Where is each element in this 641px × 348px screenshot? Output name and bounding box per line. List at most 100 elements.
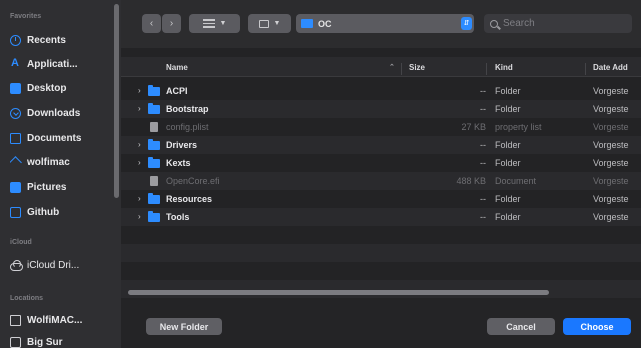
sidebar-item-label: Recents — [27, 34, 66, 46]
file-name: config.plist — [166, 122, 209, 132]
file-name: Drivers — [166, 140, 198, 150]
folder-icon — [10, 206, 21, 218]
folder-icon — [301, 19, 313, 28]
file-size: -- — [480, 212, 486, 222]
chevron-right-icon: › — [169, 18, 174, 29]
sidebar-scrollbar[interactable] — [114, 4, 119, 198]
folder-icon — [148, 103, 160, 114]
sidebar-item-label: Github — [27, 206, 60, 218]
file-date: Vorgeste — [593, 158, 629, 168]
file-list: › ACPI -- Folder Vorgeste › Bootstrap --… — [121, 82, 641, 298]
sidebar-item-wolfimac-computer[interactable]: WolfiMAC... — [10, 311, 116, 329]
list-item[interactable]: › Drivers -- Folder Vorgeste — [121, 136, 641, 154]
file-kind: Folder — [495, 194, 521, 204]
applications-icon — [10, 57, 21, 70]
search-icon — [490, 19, 498, 28]
sort-ascending-icon: ⌃ — [389, 64, 395, 71]
pictures-icon — [10, 181, 21, 193]
choose-button[interactable]: Choose — [563, 318, 631, 335]
disclosure-chevron-icon[interactable]: › — [138, 212, 141, 221]
chevron-left-icon: ‹ — [149, 18, 154, 29]
file-name: OpenCore.efi — [166, 176, 220, 186]
search-field[interactable] — [484, 14, 632, 33]
column-divider[interactable] — [486, 63, 487, 75]
disclosure-chevron-icon[interactable]: › — [138, 140, 141, 149]
disclosure-chevron-icon[interactable]: › — [138, 194, 141, 203]
folder-icon — [148, 139, 160, 150]
sidebar-section-locations: Locations — [10, 295, 44, 302]
sidebar-item-wolfimac[interactable]: wolfimac — [10, 153, 116, 171]
empty-row — [121, 244, 641, 262]
file-size: 488 KB — [456, 176, 486, 186]
home-icon — [10, 157, 21, 168]
search-input[interactable] — [503, 18, 623, 29]
column-name[interactable]: Name — [166, 63, 188, 72]
column-divider[interactable] — [401, 63, 402, 75]
file-kind: Folder — [495, 140, 521, 150]
new-folder-button[interactable]: New Folder — [146, 318, 222, 335]
horizontal-scrollbar[interactable] — [128, 290, 549, 295]
disk-icon — [10, 336, 21, 348]
group-view-button[interactable]: ▼ — [248, 14, 291, 33]
sidebar-item-label: iCloud Dri... — [27, 259, 80, 271]
file-kind: property list — [495, 122, 542, 132]
empty-row — [121, 262, 641, 280]
disclosure-chevron-icon[interactable]: › — [138, 86, 141, 95]
cancel-button[interactable]: Cancel — [487, 318, 555, 335]
sidebar-section-icloud: iCloud — [10, 239, 32, 246]
file-date: Vorgeste — [593, 86, 629, 96]
sidebar-item-label: Desktop — [27, 82, 67, 94]
folder-icon — [148, 211, 160, 222]
cloud-icon — [10, 259, 23, 271]
file-size: 27 KB — [461, 122, 486, 132]
sidebar-item-applications[interactable]: Applicati... — [10, 55, 116, 73]
file-name: ACPI — [166, 86, 188, 96]
downloads-icon — [10, 107, 21, 119]
file-date: Vorgeste — [593, 176, 629, 186]
forward-button[interactable]: › — [162, 14, 181, 33]
sidebar-item-pictures[interactable]: Pictures — [10, 178, 116, 196]
file-date: Vorgeste — [593, 194, 629, 204]
sidebar-item-downloads[interactable]: Downloads — [10, 104, 116, 122]
file-name: Resources — [166, 194, 213, 204]
file-date: Vorgeste — [593, 140, 629, 150]
disclosure-chevron-icon[interactable]: › — [138, 104, 141, 113]
list-item[interactable]: config.plist 27 KB property list Vorgest… — [121, 118, 641, 136]
list-item[interactable]: › Resources -- Folder Vorgeste — [121, 190, 641, 208]
file-date: Vorgeste — [593, 212, 629, 222]
folder-icon — [148, 85, 160, 96]
column-divider[interactable] — [585, 63, 586, 75]
location-popup[interactable]: OC ⇵ — [296, 14, 474, 33]
file-name: Kexts — [166, 158, 191, 168]
sidebar-item-recents[interactable]: Recents — [10, 31, 116, 49]
sidebar-item-documents[interactable]: Documents — [10, 129, 116, 147]
list-item[interactable]: › Kexts -- Folder Vorgeste — [121, 154, 641, 172]
list-item[interactable]: › Tools -- Folder Vorgeste — [121, 208, 641, 226]
list-item[interactable]: › Bootstrap -- Folder Vorgeste — [121, 100, 641, 118]
sidebar-item-desktop[interactable]: Desktop — [10, 79, 116, 97]
sidebar-item-label: WolfiMAC... — [27, 314, 83, 326]
sidebar-item-label: Downloads — [27, 107, 81, 119]
list-item[interactable]: › ACPI -- Folder Vorgeste — [121, 82, 641, 100]
clock-icon — [10, 34, 21, 46]
file-name: Tools — [166, 212, 190, 222]
back-button[interactable]: ‹ — [142, 14, 161, 33]
column-kind[interactable]: Kind — [495, 63, 513, 72]
sidebar-item-label: Applicati... — [27, 58, 78, 70]
bottom-bar: New Folder Cancel Choose — [121, 300, 641, 348]
list-item[interactable]: OpenCore.efi 488 KB Document Vorgeste — [121, 172, 641, 190]
chevron-down-icon: ▼ — [273, 20, 281, 27]
sidebar: Favorites Recents Applicati... Desktop D… — [0, 0, 121, 348]
documents-icon — [10, 132, 21, 144]
sidebar-item-icloud-drive[interactable]: iCloud Dri... — [10, 256, 116, 274]
sidebar-item-github[interactable]: Github — [10, 203, 116, 221]
file-kind: Folder — [495, 158, 521, 168]
file-kind: Folder — [495, 86, 521, 96]
disclosure-chevron-icon[interactable]: › — [138, 158, 141, 167]
column-date-added[interactable]: Date Add — [593, 63, 628, 72]
file-size: -- — [480, 104, 486, 114]
view-list-button[interactable]: ▼ — [189, 14, 240, 33]
sidebar-item-big-sur[interactable]: Big Sur — [10, 333, 116, 348]
sidebar-section-favorites: Favorites — [10, 13, 42, 20]
column-size[interactable]: Size — [409, 63, 425, 72]
